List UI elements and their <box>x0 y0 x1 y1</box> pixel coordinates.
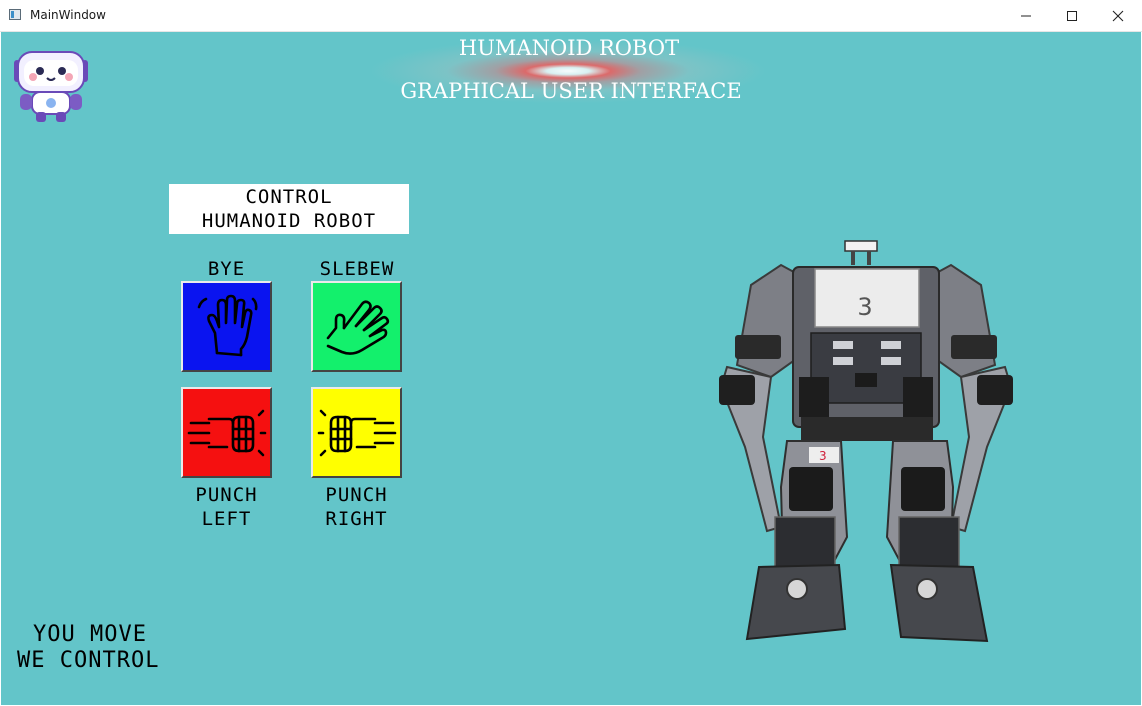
bye-button[interactable] <box>181 281 272 372</box>
maximize-button[interactable] <box>1049 0 1095 31</box>
slebew-label: SLEBEW <box>319 258 395 280</box>
fist-left-icon <box>187 409 266 456</box>
window-title: MainWindow <box>30 8 106 22</box>
control-title-line1: CONTROL <box>245 186 333 208</box>
minimize-icon <box>1021 15 1031 16</box>
main-window-client: HUMANOID ROBOT GRAPHICAL USER INTERFACE … <box>1 32 1141 705</box>
motto-line1: YOU MOVE <box>33 622 147 647</box>
slebew-hand-icon <box>326 299 389 355</box>
close-icon <box>1112 10 1124 21</box>
bye-label: BYE <box>207 258 246 280</box>
punch-left-label: PUNCH LEFT <box>171 483 282 531</box>
header-title: HUMANOID ROBOT <box>458 36 680 60</box>
waving-hand-icon <box>197 294 257 356</box>
app-window-icon <box>9 9 21 20</box>
punch-right-label: PUNCH RIGHT <box>301 483 412 531</box>
punch-right-label-line1: PUNCH <box>325 484 388 506</box>
robot-mascot-logo <box>14 51 88 122</box>
punch-right-button[interactable] <box>311 387 402 478</box>
punch-right-label-line2: RIGHT <box>325 508 388 530</box>
close-button[interactable] <box>1095 0 1141 31</box>
slebew-button[interactable] <box>311 281 402 372</box>
window-titlebar[interactable]: MainWindow <box>0 0 1142 32</box>
punch-left-label-line2: LEFT <box>201 508 252 530</box>
motto-text: YOU MOVE WE CONTROL <box>17 622 159 674</box>
maximize-icon <box>1067 10 1077 21</box>
punch-left-button[interactable] <box>181 387 272 478</box>
fist-right-icon <box>317 409 396 456</box>
minimize-button[interactable] <box>1003 0 1049 31</box>
humanoid-robot-image: 3 3 <box>719 240 1013 643</box>
robot-number-label: 3 <box>857 293 872 321</box>
svg-text:3: 3 <box>819 449 827 463</box>
motto-line2: WE CONTROL <box>17 648 160 673</box>
control-panel-title: CONTROL HUMANOID ROBOT <box>169 184 409 234</box>
control-title-line2: HUMANOID ROBOT <box>201 210 377 232</box>
header-subtitle: GRAPHICAL USER INTERFACE <box>400 79 742 103</box>
punch-left-label-line1: PUNCH <box>195 484 258 506</box>
